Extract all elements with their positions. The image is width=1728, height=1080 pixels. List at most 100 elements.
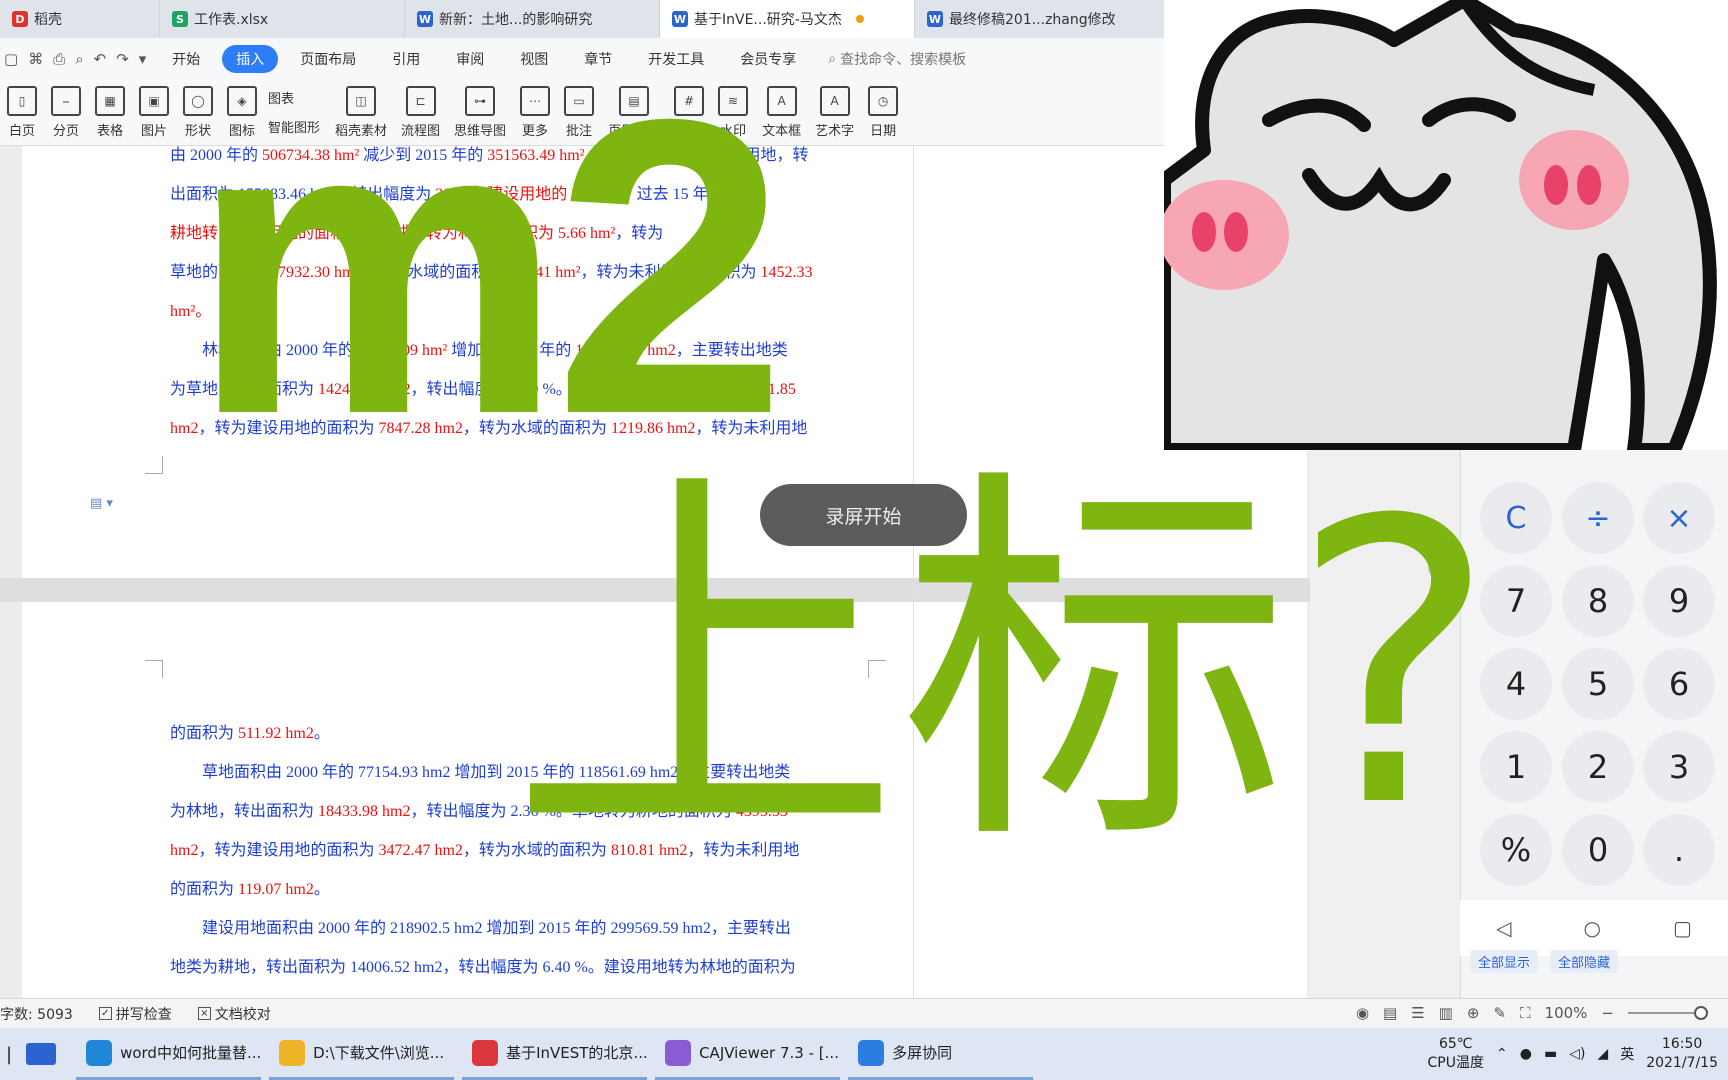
ribbon-label: 白页 — [8, 124, 35, 139]
clock[interactable]: 16:50 2021/7/15 — [1646, 1035, 1718, 1073]
chevron-up-icon[interactable]: ⌃ — [1496, 1046, 1508, 1062]
overlay-title-question: 上标? — [510, 438, 1497, 892]
text-run: 。 — [313, 881, 330, 898]
calculator-key[interactable]: 9 — [1643, 565, 1715, 637]
ribbon-button[interactable]: ▣ 图片 — [139, 86, 169, 139]
app-icon — [279, 1039, 306, 1066]
file-type-icon: W — [927, 11, 943, 27]
ribbon-label: 日期 — [870, 124, 897, 139]
zoom-slider-knob[interactable] — [1694, 1006, 1708, 1020]
page-corner-mark — [145, 660, 163, 678]
show-all-button[interactable]: 全部显示 — [1470, 950, 1539, 973]
tab-label: 稻壳 — [34, 12, 62, 28]
taskbar-app[interactable]: D:\下载文件\浏览... — [269, 1028, 455, 1080]
ribbon-button[interactable]: A 艺术字 — [815, 86, 854, 139]
tab-label: 最终修稿201...zhang修改 — [949, 12, 1116, 28]
spell-check-toggle[interactable]: ✓ 拼写检查 — [98, 1004, 172, 1024]
ribbon-icon: ▦ — [95, 86, 125, 116]
document-tab[interactable]: D 稻壳 — [0, 0, 160, 38]
fit-page-icon[interactable]: ⛶ — [1520, 1004, 1531, 1022]
ribbon-label: 表格 — [96, 124, 123, 139]
home-icon[interactable]: ○ — [1584, 916, 1601, 940]
status-bar-right: ◉ ▤ ☰ ▥ ⊕ ✎ ⛶ 100% − — [1356, 1004, 1708, 1022]
taskbar-app-label: CAJViewer 7.3 - [... — [699, 1043, 839, 1062]
ribbon-icon: ◷ — [868, 86, 899, 116]
web-view-icon[interactable]: ⊕ — [1467, 1004, 1480, 1022]
text-line: 建设用地面积由 2000 年的 218902.5 hm2 增加到 2015 年的… — [170, 909, 865, 948]
taskbar-app[interactable]: word中如何批量替... — [76, 1028, 262, 1080]
app-icon — [86, 1039, 113, 1066]
text-run: 为林地 — [170, 803, 219, 820]
system-tray: 65℃ CPU温度 ⌃ ● ▬ ◁) ◢ 英 16:50 2021/7/15 — [1428, 1028, 1718, 1080]
volume-icon[interactable]: ◁) — [1569, 1046, 1585, 1062]
clock-time: 16:50 — [1661, 1036, 1703, 1052]
ribbon-button[interactable]: ▦ 表格 — [95, 86, 125, 139]
read-view-icon[interactable]: ▥ — [1439, 1004, 1453, 1022]
zoom-out-icon[interactable]: − — [1601, 1004, 1614, 1022]
calculator-key[interactable]: × — [1643, 482, 1715, 554]
battery-icon[interactable]: ▬ — [1544, 1046, 1557, 1062]
text-run: 的面积为 — [170, 881, 239, 898]
calculator-key[interactable]: . — [1643, 814, 1715, 886]
tab-label: 工作表.xlsx — [194, 12, 269, 28]
ribbon-icon: A — [819, 86, 850, 116]
proofread-label: 文档校对 — [214, 1006, 271, 1023]
text-run: 地类为耕地，转出面积为 14006.52 hm2，转出幅度为 6.40 %。建设… — [170, 959, 796, 976]
wifi-icon[interactable]: ◢ — [1597, 1046, 1608, 1062]
ribbon-icon: ▯ — [7, 86, 37, 116]
file-type-icon: W — [672, 11, 688, 27]
print-preview-icon[interactable]: ⌕ — [75, 50, 83, 68]
text-run: 119.07 hm2 — [238, 881, 314, 898]
mail-icon[interactable] — [26, 1043, 57, 1065]
cpu-temp-value: 65℃ — [1438, 1036, 1473, 1052]
calculator-key[interactable]: 5 — [1562, 648, 1634, 720]
task-view-icon[interactable]: | — [6, 1044, 12, 1065]
customize-chevron-icon[interactable]: ▾ — [139, 50, 147, 68]
paragraph-handle-icon[interactable]: ▤ ▾ — [90, 496, 113, 511]
recents-icon[interactable]: ▢ — [1673, 916, 1692, 940]
taskbar-app[interactable]: CAJViewer 7.3 - [... — [655, 1028, 841, 1080]
app-icon — [665, 1039, 692, 1066]
undo-icon[interactable]: ↶ — [94, 50, 107, 68]
mirror-controls: 全部显示 全部隐藏 — [1460, 950, 1619, 973]
app-icon — [472, 1039, 499, 1066]
cpu-temperature[interactable]: 65℃ CPU温度 — [1428, 1035, 1484, 1073]
text-run: 的面积为 — [170, 725, 239, 742]
format-painter-icon[interactable]: ⌘ — [28, 50, 43, 68]
calculator-key[interactable]: 3 — [1643, 731, 1715, 803]
command-search[interactable]: ⌕ 查找命令、搜索模板 — [828, 49, 966, 69]
outline-view-icon[interactable]: ☰ — [1411, 1004, 1424, 1022]
proofread-toggle[interactable]: × 文档校对 — [197, 1004, 271, 1024]
calculator-key[interactable]: 8 — [1562, 565, 1634, 637]
save-icon[interactable]: ▢ — [4, 50, 18, 68]
document-tab[interactable]: W 最终修稿201...zhang修改 — [915, 0, 1170, 38]
text-run: ，转为建设用地的面积为 — [198, 842, 379, 859]
ribbon-button[interactable]: ⎯ 分页 — [51, 86, 81, 139]
calculator-key[interactable]: 2 — [1562, 731, 1634, 803]
ime-indicator[interactable]: 英 — [1620, 1044, 1634, 1064]
taskbar-app[interactable]: 多屏协同 — [848, 1028, 1034, 1080]
pen-icon[interactable]: ✎ — [1493, 1004, 1506, 1022]
text-run: 建设用地面积由 2000 年的 218902.5 hm2 增加到 2015 年的… — [170, 920, 791, 937]
text-run: 。 — [313, 725, 330, 742]
unsaved-dot-icon — [855, 15, 864, 23]
redo-icon[interactable]: ↷ — [116, 50, 129, 68]
calculator-key[interactable]: 0 — [1562, 814, 1634, 886]
calculator-key[interactable]: ÷ — [1562, 482, 1634, 554]
zoom-level[interactable]: 100% — [1545, 1004, 1588, 1022]
calculator-key[interactable]: 6 — [1643, 648, 1715, 720]
clock-date: 2021/7/15 — [1646, 1055, 1718, 1071]
ribbon-button[interactable]: ▯ 白页 — [7, 86, 37, 139]
taskbar-app[interactable]: 基于InVEST的北京... — [462, 1028, 648, 1080]
back-icon[interactable]: ◁ — [1496, 916, 1511, 940]
overlay-title-m2: m2 — [190, 33, 787, 502]
hide-all-button[interactable]: 全部隐藏 — [1550, 950, 1619, 973]
ribbon-button[interactable]: ◷ 日期 — [868, 86, 899, 139]
word-count[interactable]: 字数: 5093 — [0, 1004, 73, 1024]
page-view-icon[interactable]: ▤ — [1383, 1004, 1397, 1022]
qq-icon[interactable]: ● — [1520, 1046, 1532, 1062]
screen: D 稻壳 S 工作表.xlsx W 新新：土地...的影响研究 W 基于InVE...研究-马… — [0, 0, 1728, 1080]
zoom-slider[interactable] — [1628, 1006, 1708, 1020]
eye-protect-icon[interactable]: ◉ — [1356, 1004, 1369, 1022]
print-icon[interactable]: ⎙ — [53, 50, 65, 68]
